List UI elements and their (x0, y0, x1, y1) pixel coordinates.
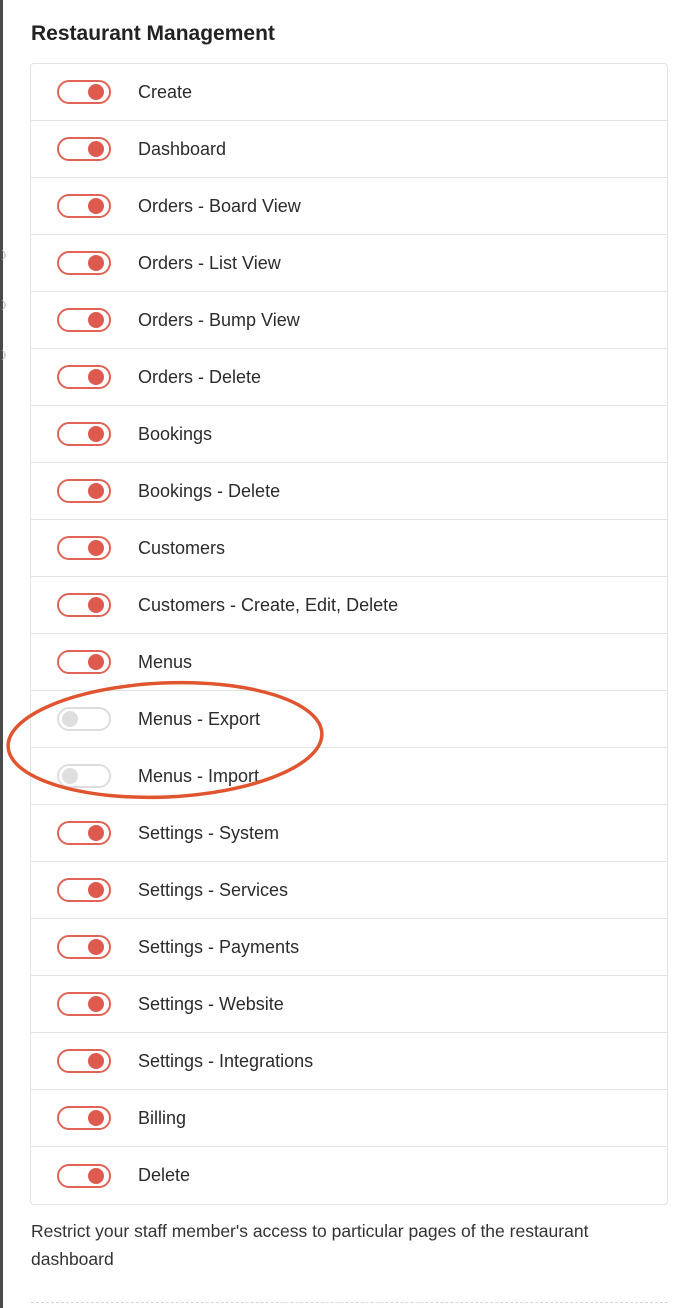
section-divider (31, 1302, 668, 1303)
toggle-knob (62, 711, 78, 727)
permission-toggle[interactable] (57, 536, 111, 560)
toggle-knob (88, 540, 104, 556)
permission-row: Orders - List View (31, 235, 667, 292)
permission-toggle[interactable] (57, 821, 111, 845)
permission-row: Customers - Create, Edit, Delete (31, 577, 667, 634)
permission-label: Orders - List View (138, 252, 281, 273)
permission-toggle[interactable] (57, 878, 111, 902)
permission-label: Orders - Delete (138, 366, 262, 387)
permission-row: Menus - Import (31, 748, 667, 805)
toggle-knob (88, 825, 104, 841)
permission-row: Bookings - Delete (31, 463, 667, 520)
permission-label: Bookings (138, 423, 213, 444)
permission-row: Dashboard (31, 121, 667, 178)
permission-label: Settings - Payments (138, 936, 300, 957)
toggle-knob (88, 426, 104, 442)
permission-row: Create (31, 64, 667, 121)
toggle-knob (88, 483, 104, 499)
permission-toggle[interactable] (57, 194, 111, 218)
permission-row: Orders - Delete (31, 349, 667, 406)
permission-label: Settings - Integrations (138, 1050, 314, 1071)
permission-row: Settings - Services (31, 862, 667, 919)
permission-label: Orders - Board View (138, 195, 301, 216)
permission-row: Settings - Website (31, 976, 667, 1033)
toggle-knob (88, 654, 104, 670)
toggle-knob (88, 141, 104, 157)
permission-label: Dashboard (138, 138, 227, 159)
permission-label: Delete (138, 1165, 191, 1185)
permission-toggle[interactable] (57, 707, 111, 731)
permission-row: Menus - Export (31, 691, 667, 748)
permission-label: Orders - Bump View (138, 309, 300, 330)
toggle-knob (88, 255, 104, 271)
permission-row: Bookings (31, 406, 667, 463)
toggle-knob (62, 768, 78, 784)
permission-row: Customers (31, 520, 667, 577)
toggle-knob (88, 597, 104, 613)
permission-toggle[interactable] (57, 80, 111, 104)
permission-toggle[interactable] (57, 1049, 111, 1073)
permission-label: Billing (138, 1107, 187, 1128)
toggle-knob (88, 84, 104, 100)
permission-label: Menus - Export (138, 708, 261, 729)
permission-label: Menus (138, 651, 193, 672)
permission-toggle[interactable] (57, 1106, 111, 1130)
toggle-knob (88, 198, 104, 214)
edge-clip-mark (0, 350, 6, 360)
permission-toggle[interactable] (57, 365, 111, 389)
permissions-list: Create Dashboard Orders - Board View Orders… (30, 63, 668, 1205)
permission-label: Create (138, 81, 193, 102)
toggle-knob (88, 939, 104, 955)
help-text: Restrict your staff member's access to p… (31, 1221, 589, 1269)
edge-clip-mark (0, 250, 6, 260)
permission-toggle[interactable] (57, 935, 111, 959)
permission-toggle[interactable] (57, 650, 111, 674)
section-title: Restaurant Management (31, 22, 275, 45)
permission-row: Orders - Board View (31, 178, 667, 235)
toggle-knob (88, 882, 104, 898)
toggle-knob (88, 1167, 104, 1184)
permission-label: Settings - Services (138, 879, 289, 900)
edge-clip-mark (0, 300, 6, 310)
permission-toggle[interactable] (57, 308, 111, 332)
permission-toggle[interactable] (57, 764, 111, 788)
permission-toggle[interactable] (57, 992, 111, 1016)
permission-toggle[interactable] (57, 479, 111, 503)
permission-label: Settings - System (138, 822, 280, 843)
toggle-knob (88, 996, 104, 1012)
permission-row: Menus (31, 634, 667, 691)
permission-row: Orders - Bump View (31, 292, 667, 349)
toggle-knob (88, 1110, 104, 1126)
permission-toggle[interactable] (57, 593, 111, 617)
permission-label: Bookings - Delete (138, 480, 281, 501)
permission-row: Billing (31, 1090, 667, 1147)
toggle-knob (88, 1053, 104, 1069)
toggle-knob (88, 312, 104, 328)
permission-toggle[interactable] (57, 1163, 111, 1188)
permission-label: Settings - Website (138, 993, 284, 1014)
permission-toggle[interactable] (57, 422, 111, 446)
permission-label: Customers (138, 537, 226, 558)
permission-row: Settings - System (31, 805, 667, 862)
permission-row: Settings - Integrations (31, 1033, 667, 1090)
permission-label: Menus - Import (138, 765, 260, 786)
permission-toggle[interactable] (57, 251, 111, 275)
permission-row: Delete (31, 1147, 667, 1204)
permission-row: Settings - Payments (31, 919, 667, 976)
toggle-knob (88, 369, 104, 385)
permission-toggle[interactable] (57, 137, 111, 161)
left-window-edge (0, 0, 3, 1308)
permission-label: Customers - Create, Edit, Delete (138, 594, 399, 615)
